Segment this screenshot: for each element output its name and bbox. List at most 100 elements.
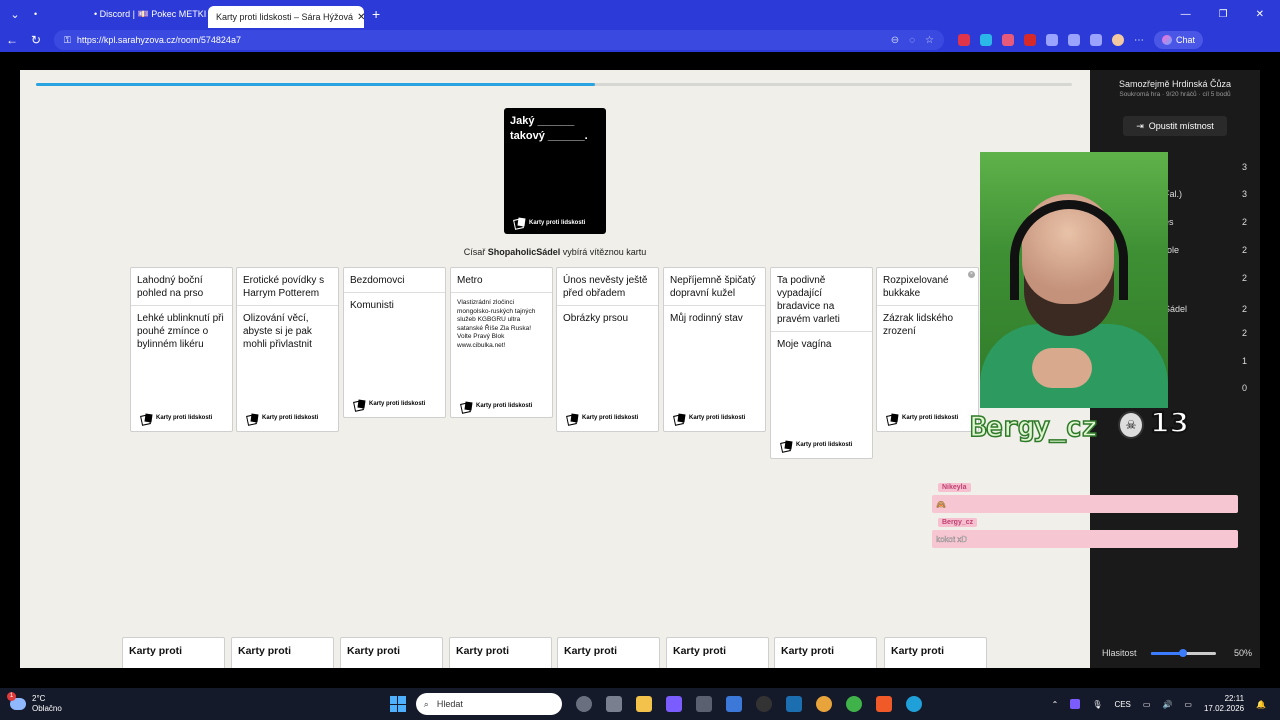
cloud-icon: 1 — [7, 692, 26, 710]
back-icon[interactable]: ← — [0, 33, 24, 47]
card-text: Můj rodinný stav — [670, 313, 743, 324]
tab-active-game[interactable]: Karty proti lidskosti – Sára Hýžová ✕ — [208, 6, 364, 28]
battery-icon[interactable]: ▭ — [1184, 700, 1192, 709]
hand-card[interactable]: Karty proti — [884, 637, 987, 668]
white-card-bottom: Moje vagína Karty proti lidskosti — [771, 332, 872, 458]
submission-stack[interactable]: Erotické povídky s Harrym Potterem Olizo… — [236, 267, 339, 432]
leave-label: Opustit místnost — [1148, 121, 1214, 131]
submission-stack[interactable]: Ta podivně vypadající bradavice na pravé… — [770, 267, 873, 459]
brand-text: Karty proti lidskosti — [262, 415, 319, 421]
weather-widget[interactable]: 1 2°C Oblačno — [7, 692, 62, 714]
czar-name: ShopaholicSádel — [487, 247, 561, 257]
volume-thumb[interactable] — [1179, 648, 1188, 657]
steam-icon[interactable] — [785, 696, 802, 712]
tab-list-chevron-icon[interactable]: ⌄ — [4, 3, 26, 25]
submission-stack[interactable]: Únos nevěsty ještě před obřadem Obrázky … — [556, 267, 659, 432]
dismiss-icon[interactable]: × — [968, 271, 975, 278]
app-icon[interactable] — [665, 696, 682, 712]
volume-slider[interactable] — [1150, 648, 1216, 657]
more-menu-icon[interactable]: ⋯ — [1134, 35, 1144, 46]
reload-icon[interactable]: ↻ — [24, 33, 48, 47]
clock[interactable]: 22:11 17.02.2026 — [1204, 694, 1244, 714]
submission-stack[interactable]: Lahodný boční pohled na prso Lehké ublin… — [130, 267, 233, 432]
hand-card[interactable]: Karty proti — [449, 637, 552, 668]
tab-label: • — [34, 9, 38, 19]
window-close-icon[interactable]: ✕ — [1256, 9, 1264, 20]
hand-card[interactable]: Karty proti — [557, 637, 660, 668]
settings-gear-icon[interactable] — [575, 696, 592, 712]
url-actions: ⊖ ◌ ☆ — [891, 35, 944, 46]
copilot-chat-button[interactable]: Chat — [1154, 31, 1204, 49]
language-indicator[interactable]: CES — [1114, 700, 1130, 709]
site-info-icon[interactable]: ⚿ — [64, 35, 71, 46]
favorites-icon[interactable] — [1068, 34, 1080, 46]
brand-text: Karty proti lidskosti — [476, 403, 533, 410]
tab-discord[interactable]: • Discord | 💷 Pokec METKI 🔳 — [86, 3, 208, 25]
white-card-top: Lahodný boční pohled na prso — [131, 268, 232, 306]
taskbar-search[interactable]: ⌕ Hledat — [415, 693, 562, 715]
chrome-icon[interactable] — [815, 696, 832, 712]
url-field[interactable]: ⚿ https://kpl.sarahyzova.cz/room/574824a… — [54, 30, 944, 50]
card-brand: Karty proti lidskosti — [141, 412, 212, 425]
submission-stack[interactable]: × Rozpixelované bukkake Zázrak lidského … — [876, 267, 979, 432]
volume-icon[interactable]: 🔊 — [1162, 700, 1172, 709]
profile-avatar[interactable] — [1112, 34, 1124, 46]
new-tab-plus-icon[interactable]: + — [372, 6, 380, 22]
white-card-top: Nepříjemně špičatý dopravní kužel — [664, 268, 765, 306]
hand-card[interactable]: Karty proti — [231, 637, 334, 668]
hand-card[interactable]: Karty proti — [122, 637, 225, 668]
xbox-icon[interactable] — [845, 696, 862, 712]
extension-icon[interactable] — [958, 34, 970, 46]
windows-taskbar: 1 2°C Oblačno ⌕ Hledat ⌃ 🎙 CES ▭ 🔊 ▭ 22:… — [0, 688, 1280, 720]
hand-card[interactable]: Karty proti — [666, 637, 769, 668]
close-icon[interactable]: ✕ — [353, 12, 364, 23]
extension-icon[interactable] — [980, 34, 992, 46]
volume-value: 50% — [1233, 648, 1252, 658]
edge-icon[interactable] — [905, 696, 922, 712]
brand-text: Karty proti lidskosti — [582, 415, 639, 421]
card-brand: Karty proti lidskosti — [567, 412, 638, 425]
cards-logo-icon — [354, 400, 366, 409]
extension-icon[interactable] — [1002, 34, 1014, 46]
extension-icon[interactable] — [1046, 34, 1058, 46]
tab-1[interactable]: • — [26, 3, 86, 25]
microphone-icon[interactable]: 🎙 — [1092, 700, 1102, 709]
white-card-bottom: Můj rodinný stav Karty proti lidskosti — [664, 306, 765, 431]
obs-icon[interactable] — [755, 696, 772, 712]
weather-text: 2°C Oblačno — [32, 694, 62, 714]
card-brand: Karty proti lidskosti — [674, 412, 745, 425]
zoom-icon[interactable]: ⊖ — [891, 35, 899, 46]
file-explorer-icon[interactable] — [635, 696, 652, 712]
network-icon[interactable]: ▭ — [1143, 700, 1151, 709]
brand-text: Karty proti lidskosti — [689, 415, 746, 421]
extensions-icon[interactable] — [1090, 34, 1102, 46]
volume-label: Hlasitost — [1102, 648, 1137, 658]
hand-card[interactable]: Karty proti — [340, 637, 443, 668]
app-tray-icon[interactable] — [1070, 699, 1081, 709]
card-brand: Karty proti lidskosti — [247, 412, 318, 425]
submission-stack[interactable]: Metro Vlastizrádní zločinci mongolsko-ru… — [450, 267, 553, 418]
bookmark-star-icon[interactable]: ☆ — [925, 35, 934, 46]
black-card-text: Jaký ______ takový ______. — [510, 115, 588, 142]
hide-icon[interactable]: ◌ — [909, 35, 915, 46]
window-controls: — ❐ ✕ — [1181, 9, 1280, 20]
time: 22:11 — [1224, 694, 1245, 703]
cursor-app-icon[interactable] — [695, 696, 712, 712]
exit-icon: ⇥ — [1136, 120, 1144, 131]
windows-start-icon[interactable] — [389, 696, 406, 712]
player-points: 2 — [1241, 273, 1247, 283]
submission-stack[interactable]: Bezdomovci Komunisti Karty proti lidskos… — [343, 267, 446, 418]
submission-stack[interactable]: Nepříjemně špičatý dopravní kužel Můj ro… — [663, 267, 766, 432]
minimize-icon[interactable]: — — [1181, 9, 1191, 20]
restore-icon[interactable]: ❐ — [1219, 9, 1228, 20]
security-icon[interactable] — [605, 696, 622, 712]
hand-card[interactable]: Karty proti — [774, 637, 877, 668]
save-app-icon[interactable] — [725, 696, 742, 712]
tray-overflow-icon[interactable]: ⌃ — [1052, 700, 1059, 709]
extension-icon[interactable] — [1024, 34, 1036, 46]
volume-control: Hlasitost 50% — [1102, 648, 1252, 658]
leave-room-button[interactable]: ⇥ Opustit místnost — [1123, 116, 1227, 136]
notifications-bell-icon[interactable]: 🔔 — [1256, 700, 1266, 709]
cards-logo-icon — [514, 218, 526, 227]
brave-icon[interactable] — [875, 696, 892, 712]
